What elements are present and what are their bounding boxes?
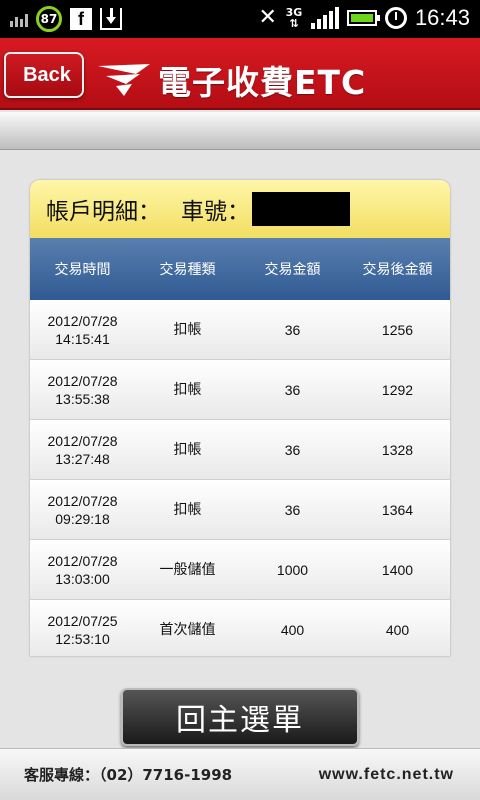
cell-type: 扣帳 <box>173 501 202 518</box>
customer-service-hotline[interactable]: 客服專線：（02）7716-1998 <box>24 764 232 785</box>
cell-type: 扣帳 <box>173 321 202 338</box>
toolbar-strip <box>0 112 480 150</box>
cell-balance: 1256 <box>381 321 414 338</box>
website-link[interactable]: www.fetc.net.tw <box>319 766 454 784</box>
card-header: 帳戶明細： 車號： <box>30 180 450 238</box>
app-header: Back 電子收費ETC <box>0 38 480 110</box>
cell-amount: 400 <box>280 621 305 638</box>
table-row: 2012/07/28 13:27:48 扣帳 36 1328 <box>30 420 450 480</box>
notification-badge[interactable]: 87 <box>36 6 62 32</box>
cell-datetime: 2012/07/28 13:55:38 <box>47 372 118 407</box>
cell-amount: 36 <box>284 501 301 518</box>
column-header-amount: 交易金額 <box>264 262 321 278</box>
cell-balance: 1292 <box>381 381 414 398</box>
mute-icon: ✕ <box>258 5 277 30</box>
column-header-time: 交易時間 <box>54 262 111 278</box>
plate-label: 車號： <box>181 199 250 225</box>
cell-balance: 1364 <box>381 501 414 518</box>
cell-balance: 1328 <box>381 441 414 458</box>
table-header: 交易時間 交易種類 交易金額 交易後金額 <box>30 238 450 300</box>
table-row: 2012/07/28 13:55:38 扣帳 36 1292 <box>30 360 450 420</box>
main-menu-button[interactable]: 回主選單 <box>121 688 359 746</box>
battery-icon <box>346 10 380 26</box>
cell-amount: 36 <box>284 441 301 458</box>
status-time: 16:43 <box>414 5 470 30</box>
table-row: 2012/07/28 14:15:41 扣帳 36 1256 <box>30 300 450 360</box>
cell-type: 一般儲值 <box>159 561 216 578</box>
facebook-icon[interactable]: f <box>70 8 92 30</box>
table-row: 2012/07/28 09:29:18 扣帳 36 1364 <box>30 480 450 540</box>
table-row: 2012/07/25 12:53:10 首次儲值 400 400 <box>30 600 450 656</box>
etc-logo-icon <box>98 64 150 96</box>
cell-datetime: 2012/07/28 14:15:41 <box>47 312 118 347</box>
column-header-balance: 交易後金額 <box>362 262 433 278</box>
cell-datetime: 2012/07/28 13:27:48 <box>47 432 118 467</box>
app-logo: 電子收費ETC <box>96 56 366 104</box>
cell-amount: 36 <box>284 321 301 338</box>
cell-type: 扣帳 <box>173 381 202 398</box>
account-details-card: 帳戶明細： 車號： 交易時間 交易種類 交易金額 交易後金額 2012/07/2… <box>30 180 450 656</box>
status-bar: 87 f ✕ 3G ⇅ 16:43 <box>0 0 480 38</box>
network-type: 3G ⇅ <box>285 6 303 30</box>
alarm-icon <box>384 7 407 29</box>
cell-datetime: 2012/07/25 12:53:10 <box>47 612 118 647</box>
cell-datetime: 2012/07/28 13:03:00 <box>47 552 118 587</box>
account-label: 帳戶明細： <box>46 199 161 225</box>
cell-amount: 1000 <box>276 561 309 578</box>
cell-amount: 36 <box>284 381 301 398</box>
cell-datetime: 2012/07/28 09:29:18 <box>47 492 118 527</box>
app-title: 電子收費ETC <box>158 63 367 102</box>
cell-type: 扣帳 <box>173 441 202 458</box>
footer: 客服專線：（02）7716-1998 www.fetc.net.tw <box>0 748 480 800</box>
signal-strength-icon <box>310 7 339 29</box>
table-row: 2012/07/28 13:03:00 一般儲值 1000 1400 <box>30 540 450 600</box>
plate-number-redacted <box>252 192 350 226</box>
signal-bars-icon <box>10 11 28 27</box>
cell-balance: 400 <box>385 621 410 638</box>
download-icon[interactable] <box>100 8 122 30</box>
back-button[interactable]: Back <box>4 52 84 98</box>
cell-type: 首次儲值 <box>159 621 216 638</box>
column-header-type: 交易種類 <box>159 262 216 278</box>
cell-balance: 1400 <box>381 561 414 578</box>
